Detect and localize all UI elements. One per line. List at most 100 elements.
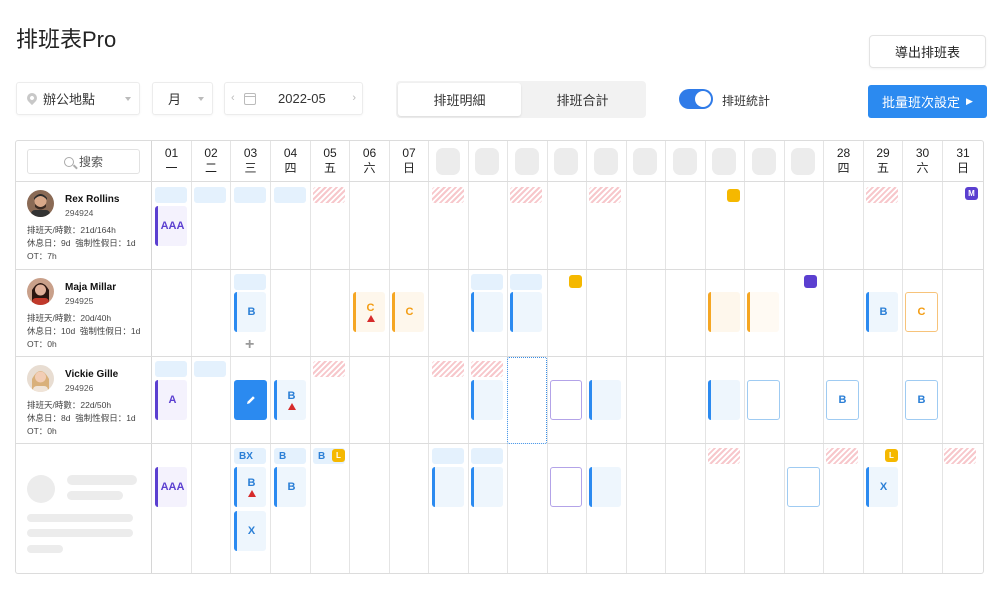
warning-icon xyxy=(287,403,296,410)
day-header-placeholder xyxy=(712,148,736,175)
shift-cell[interactable]: B xyxy=(826,380,859,420)
calendar-icon xyxy=(244,93,256,105)
employee-id: 294926 xyxy=(65,383,94,393)
rest-day-marker xyxy=(708,448,740,464)
employee-search[interactable]: 搜索 xyxy=(27,149,140,174)
shift-badge-l[interactable]: L xyxy=(885,449,898,462)
rest-day-marker xyxy=(313,361,345,377)
shift-chip[interactable]: B xyxy=(274,448,306,464)
day-header: 31 日 xyxy=(956,146,970,175)
employee-name: Vickie Gille xyxy=(65,369,119,380)
pencil-icon xyxy=(246,396,255,404)
employee-row-info[interactable]: Rex Rollins 294924 排班天/時數：21d/164h 休息日：9… xyxy=(16,182,151,269)
shift-cell[interactable] xyxy=(432,467,464,507)
day-header: 29 五 xyxy=(876,146,890,175)
employee-row-info[interactable]: Vickie Gille 294926 排班天/時數：22d/50h 休息日：8… xyxy=(16,357,151,443)
view-mode-value: 月 xyxy=(168,92,182,107)
export-schedule-button[interactable]: 導出排班表 xyxy=(869,35,986,68)
rest-day-marker xyxy=(313,187,345,203)
shift-cell[interactable] xyxy=(510,292,542,332)
shift-cell[interactable] xyxy=(708,380,740,420)
shift-cell[interactable]: C xyxy=(353,292,385,332)
employee-shift-stats: 排班天/時數：21d/164h xyxy=(27,225,116,235)
day-header-placeholder xyxy=(594,148,618,175)
add-shift-icon[interactable]: + xyxy=(245,336,254,354)
day-header: 01 一 xyxy=(164,146,179,175)
shift-cell[interactable] xyxy=(550,467,582,507)
shift-cell[interactable]: C xyxy=(905,292,938,332)
tab-schedule-detail[interactable]: 排班明細 xyxy=(398,83,521,116)
shift-cell[interactable] xyxy=(747,380,780,420)
shift-cell[interactable]: AAA xyxy=(155,206,187,246)
prior-shift-marker xyxy=(510,274,542,290)
employee-rest-stats: 休息日：10d 強制性假日：1d xyxy=(27,326,141,336)
shift-cell[interactable]: B xyxy=(234,292,266,332)
shift-cell[interactable]: B xyxy=(274,380,306,420)
shift-cell[interactable] xyxy=(787,467,820,507)
shift-cell[interactable]: C xyxy=(392,292,424,332)
view-mode-select[interactable]: 月 xyxy=(152,82,213,115)
chevron-left-icon[interactable]: ‹ xyxy=(231,92,235,104)
schedule-grid: 搜索 01 一 02 二 03 三 04 四 05 五 06 六 07 日 28 四 29 五 3… xyxy=(15,140,984,574)
day-header-placeholder xyxy=(475,148,499,175)
shift-badge-l[interactable]: L xyxy=(332,449,345,462)
shift-cell[interactable] xyxy=(589,467,621,507)
employee-rest-stats: 休息日：8d 強制性假日：1d xyxy=(27,413,136,423)
shift-badge-m[interactable]: M xyxy=(965,187,978,200)
toggle-knob xyxy=(695,91,711,107)
shift-cell[interactable]: A xyxy=(155,380,187,420)
prior-shift-marker xyxy=(471,448,503,464)
shift-cell[interactable]: B xyxy=(274,467,306,507)
shift-cell[interactable]: X xyxy=(866,467,898,507)
caret-right-icon: ▶ xyxy=(966,96,973,106)
day-header: 28 四 xyxy=(836,146,851,175)
rest-day-marker xyxy=(510,187,542,203)
employee-shift-stats: 排班天/時數：22d/50h xyxy=(27,400,112,410)
rest-day-marker xyxy=(589,187,621,203)
shift-cell[interactable]: AAA xyxy=(155,467,187,507)
batch-shift-settings-label: 批量班次設定 xyxy=(882,95,961,110)
shift-cell[interactable] xyxy=(550,380,582,420)
tab-schedule-total[interactable]: 排班合計 xyxy=(521,83,644,116)
shift-cell[interactable] xyxy=(471,380,503,420)
event-dot[interactable] xyxy=(569,275,582,288)
shift-cell[interactable] xyxy=(589,380,621,420)
shift-chip[interactable]: BX xyxy=(234,448,266,464)
location-select[interactable]: 辦公地點 xyxy=(16,82,140,115)
day-header: 03 三 xyxy=(243,146,258,175)
skeleton-line xyxy=(27,514,133,522)
event-dot[interactable] xyxy=(727,189,740,202)
prior-shift-marker xyxy=(432,448,464,464)
event-dot[interactable] xyxy=(804,275,817,288)
selected-cell[interactable] xyxy=(507,357,547,444)
shift-cell[interactable] xyxy=(471,467,503,507)
day-header-placeholder xyxy=(752,148,776,175)
shift-cell[interactable] xyxy=(747,292,779,332)
location-select-value: 辦公地點 xyxy=(43,92,96,107)
day-header-placeholder xyxy=(515,148,539,175)
employee-name: Rex Rollins xyxy=(65,194,120,205)
shift-cell[interactable]: B xyxy=(866,292,898,332)
search-icon xyxy=(63,156,74,167)
chevron-down-icon xyxy=(198,97,204,101)
batch-shift-settings-button[interactable]: 批量班次設定 ▶ xyxy=(868,85,987,118)
schedule-stats-toggle[interactable] xyxy=(679,89,713,109)
shift-cell[interactable]: B xyxy=(905,380,938,420)
shift-cell[interactable] xyxy=(471,292,503,332)
shift-cell[interactable]: B xyxy=(234,467,266,507)
month-picker[interactable]: ‹ 2022-05 › xyxy=(224,82,363,115)
employee-id: 294925 xyxy=(65,296,94,306)
day-header-placeholder xyxy=(633,148,657,175)
rest-day-marker xyxy=(826,448,858,464)
prior-shift-marker xyxy=(155,361,187,377)
avatar xyxy=(27,190,54,217)
shift-cell[interactable]: X xyxy=(234,511,266,551)
shift-cell-editing[interactable] xyxy=(234,380,267,420)
employee-row-info[interactable]: Maja Millar 294925 排班天/時數：20d/40h 休息日：10… xyxy=(16,270,151,356)
skeleton-line xyxy=(67,475,137,485)
shift-cell[interactable] xyxy=(708,292,740,332)
chevron-right-icon[interactable]: › xyxy=(352,92,356,104)
rest-day-marker xyxy=(944,448,976,464)
prior-shift-marker xyxy=(155,187,187,203)
day-header-placeholder xyxy=(791,148,815,175)
